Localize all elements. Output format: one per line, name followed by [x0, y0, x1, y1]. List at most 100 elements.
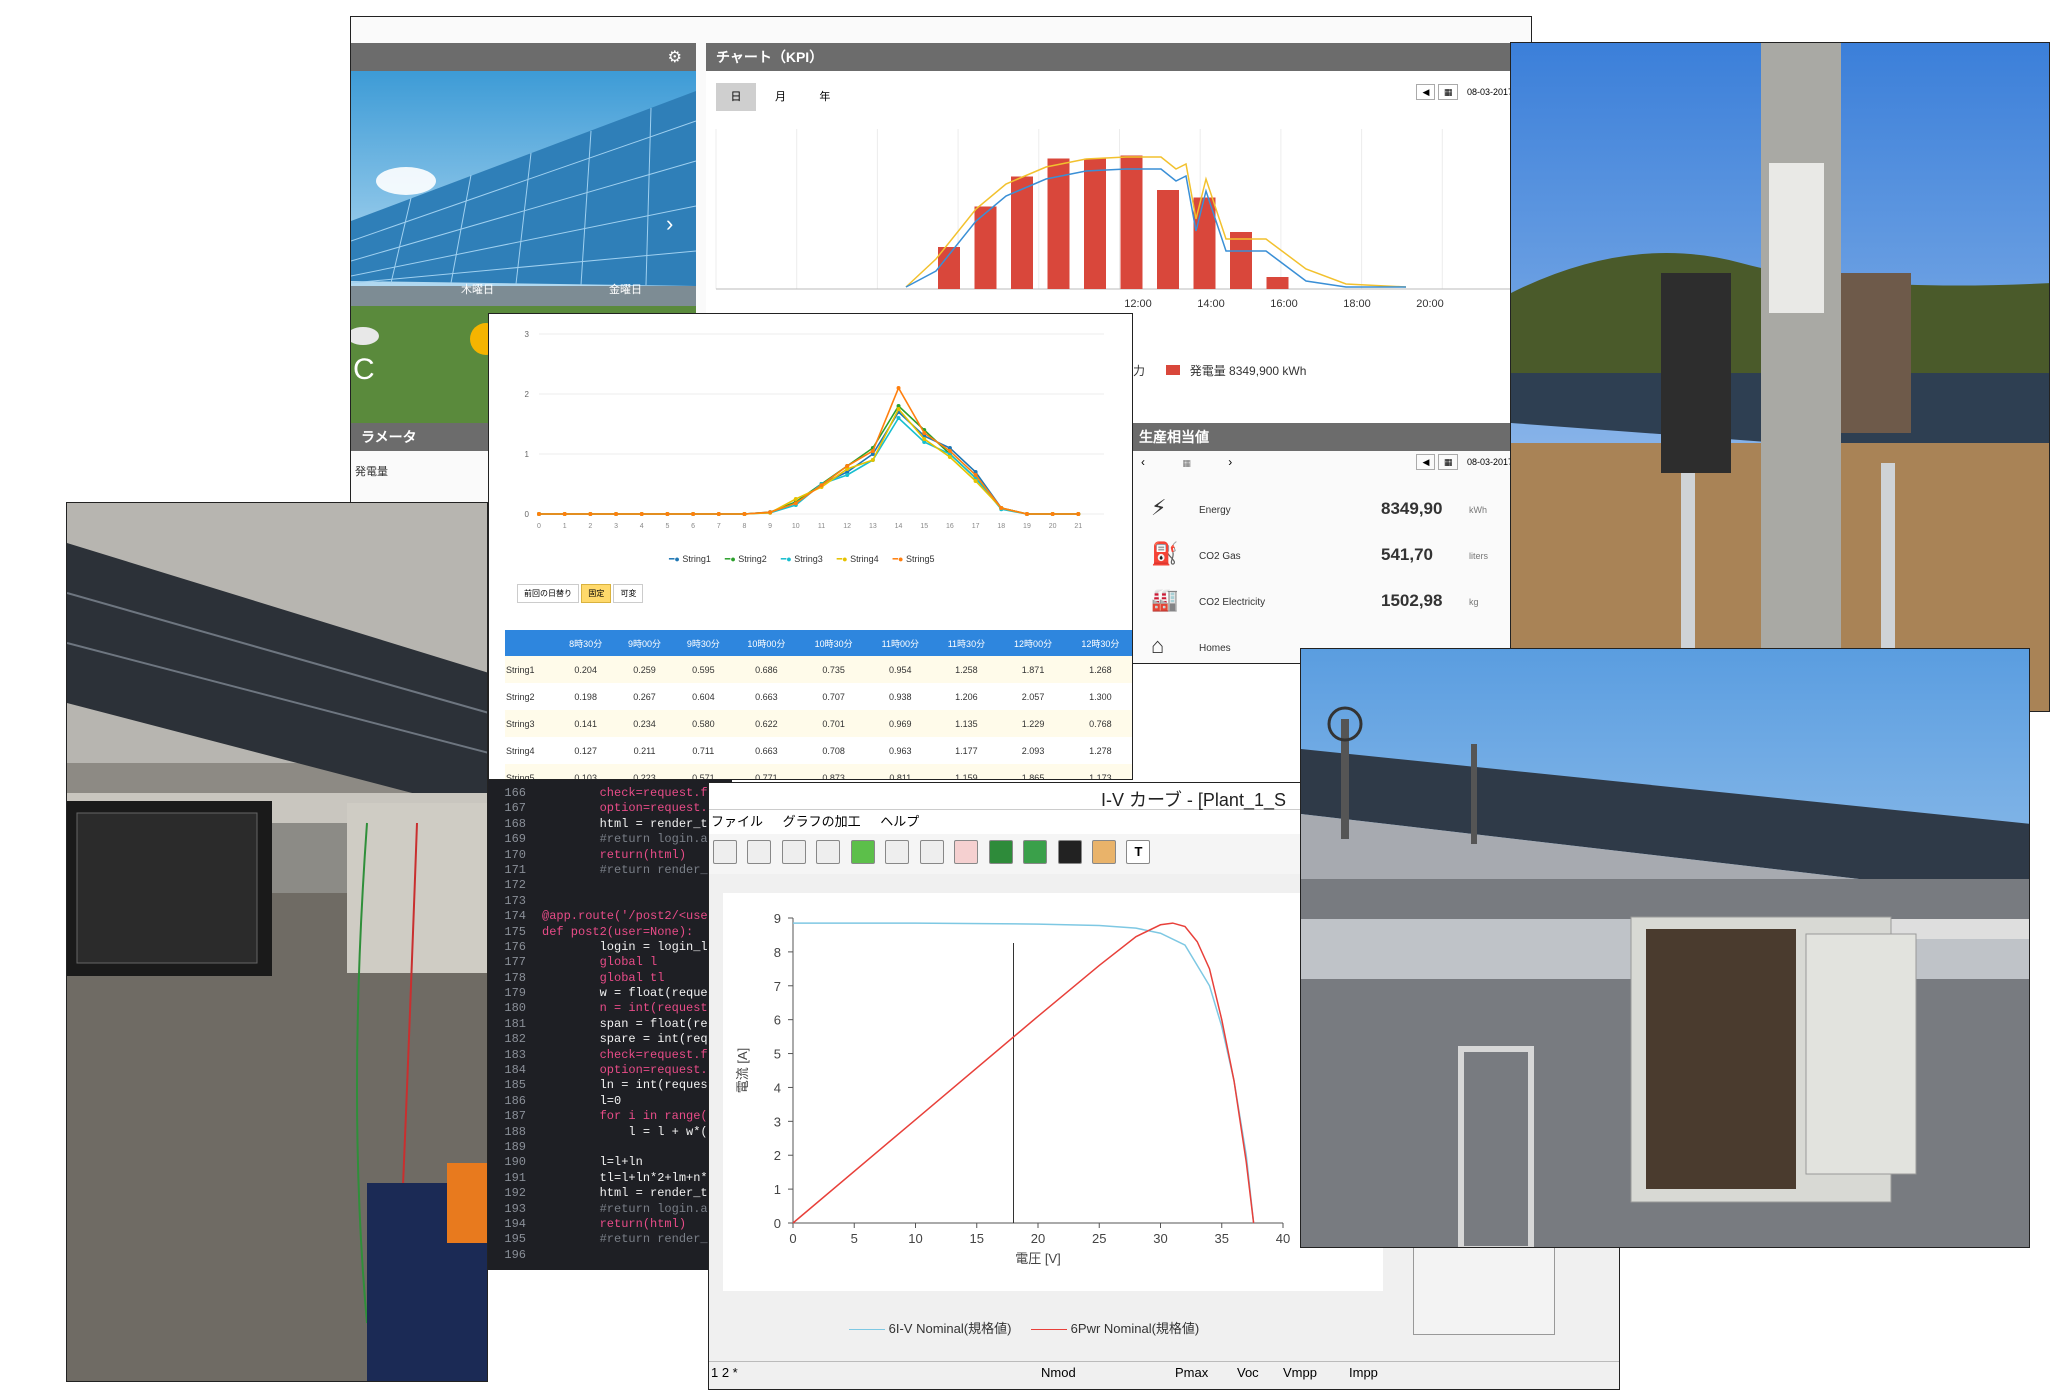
x-tick: 30	[1153, 1231, 1167, 1246]
arrow-icon[interactable]	[850, 840, 875, 864]
legend-item: ━● String5	[892, 554, 935, 564]
table-cell: 2.057	[1021, 691, 1045, 702]
production-header: 生産相当値	[1129, 423, 1531, 451]
variable-button[interactable]: 可変	[613, 584, 644, 603]
table-cell: 0.595	[673, 656, 733, 683]
hand-icon[interactable]	[885, 840, 910, 864]
pdf-icon[interactable]	[954, 840, 979, 864]
table-cell: 0.127	[574, 745, 597, 756]
bar-icon[interactable]	[781, 840, 806, 864]
bar	[1266, 277, 1289, 289]
code-line: 187 for i in range(n):	[504, 1109, 730, 1124]
x-tick: 11	[818, 523, 825, 530]
point	[870, 458, 875, 462]
table-cell: 2.093	[1021, 745, 1045, 756]
y-tick: 0	[525, 510, 530, 519]
temperature-partial: C	[353, 353, 375, 386]
y-tick: 2	[525, 390, 530, 399]
menu-file[interactable]: ファイル	[711, 814, 763, 829]
edit-icon[interactable]	[816, 840, 841, 864]
series-line	[539, 410, 1079, 515]
table-cell: 0.622	[732, 710, 800, 737]
table-row: String4 0.127 0.211 0.711 0.663 0.708 0.963 1.1…	[505, 737, 1132, 764]
time-tick: 14:00	[1197, 298, 1225, 310]
point	[793, 497, 798, 501]
legend-item: ━● String4	[836, 554, 879, 564]
tab-day[interactable]: 日	[716, 83, 756, 111]
power-curve	[792, 922, 1255, 1224]
table-cell: 0.771	[732, 764, 800, 779]
production-label: CO2 Electricity	[1199, 597, 1266, 608]
menu-help[interactable]: ヘルプ	[880, 814, 919, 829]
table-header-cell: 11時00分	[867, 630, 934, 656]
status-voc: Voc	[1237, 1365, 1259, 1380]
production-value: 541,70	[1381, 545, 1433, 564]
point	[1076, 512, 1081, 516]
point	[896, 416, 901, 420]
production-unit: kWh	[1469, 505, 1487, 515]
y-tick: 3	[525, 330, 530, 339]
table-cell: 1.268	[1066, 656, 1132, 683]
tab-month[interactable]: 月	[760, 88, 800, 104]
code-line: 189	[504, 1139, 526, 1154]
code-line: 186 l=0	[504, 1093, 622, 1108]
x-tick: 5	[851, 1231, 858, 1246]
palette-icon[interactable]	[1091, 840, 1116, 864]
camera-icon[interactable]	[1057, 840, 1082, 864]
code-line: 192 html = render_templ	[504, 1186, 732, 1201]
table-cell: 1.177	[955, 745, 978, 756]
text-icon[interactable]: T	[1126, 840, 1151, 864]
excel-icon[interactable]	[988, 840, 1013, 864]
table-cell: 0.223	[615, 764, 674, 779]
prod-calendar-icon[interactable]: ▦	[1437, 454, 1459, 470]
x-tick: 35	[1215, 1231, 1229, 1246]
table-cell: 0.663	[755, 691, 778, 702]
sheet-tabs[interactable]: 1 2 *	[711, 1365, 738, 1380]
calendar-small-icon[interactable]: ▦	[1182, 458, 1191, 468]
prod-prev-button[interactable]: ◀	[1416, 454, 1436, 470]
x-tick: 14	[895, 523, 903, 530]
x-tick: 12	[843, 523, 851, 530]
menu-graph-edit[interactable]: グラフの加工	[783, 814, 861, 829]
chevron-left-icon[interactable]: ‹	[1141, 455, 1145, 469]
tab-year[interactable]: 年	[805, 88, 845, 104]
list2-icon[interactable]	[747, 840, 772, 864]
iv-curve-chart: 0 1 2 3 4 5 6 7 8 9 0 5 10 15 20 25 30 35 40 電圧 [V] 電流 [A]	[735, 911, 1290, 1266]
legend-item: ━● String2	[724, 554, 767, 564]
x-tick: 7	[717, 523, 721, 530]
chevron-right-icon[interactable]: ›	[666, 211, 673, 237]
code-line: 177 global l	[504, 955, 658, 970]
prev-day-button[interactable]: 前回の日替り	[517, 584, 579, 603]
list-icon[interactable]	[713, 840, 737, 864]
calendar-icon[interactable]: ▦	[1437, 84, 1459, 100]
home-icon: ⌂	[1151, 633, 1165, 658]
x-tick: 40	[1276, 1231, 1290, 1246]
print-icon[interactable]	[919, 840, 944, 864]
table-cell: 1.258	[933, 656, 1000, 683]
x-tick: 2	[588, 523, 592, 530]
chevron-right-small-icon[interactable]: ›	[1228, 455, 1232, 469]
gear-icon[interactable]: ⚙	[668, 47, 682, 67]
code-line: 194 return(html)	[504, 1216, 687, 1231]
table-header-cell: 10時00分	[732, 630, 800, 656]
x-tick: 0	[789, 1231, 796, 1246]
code-editor: 166 check=request.form. 167 option=reques…	[488, 780, 732, 1270]
photo-weather-station	[1300, 648, 2030, 1248]
x-tick: 13	[869, 523, 877, 530]
string-legend: ━● String1 ━● String2 ━● String3 ━● String4…	[669, 554, 949, 565]
table-header-cell: 8時30分	[556, 630, 616, 656]
code-line: 195 #return render_temp	[504, 1232, 732, 1247]
code-line: 193 #return login.auth	[504, 1201, 730, 1216]
series-line	[539, 404, 1079, 515]
export-icon[interactable]	[1023, 840, 1048, 864]
production-unit: kg	[1469, 597, 1479, 607]
fixed-button[interactable]: 固定	[581, 584, 612, 603]
status-pmax: Pmax	[1175, 1365, 1209, 1380]
bar	[1120, 155, 1143, 289]
table-cell: 0.663	[755, 745, 778, 756]
point	[896, 386, 901, 390]
code-line: 196	[504, 1247, 526, 1262]
table-cell: 0.938	[889, 691, 912, 702]
prev-date-button[interactable]: ◀	[1416, 84, 1436, 100]
point	[691, 512, 696, 516]
